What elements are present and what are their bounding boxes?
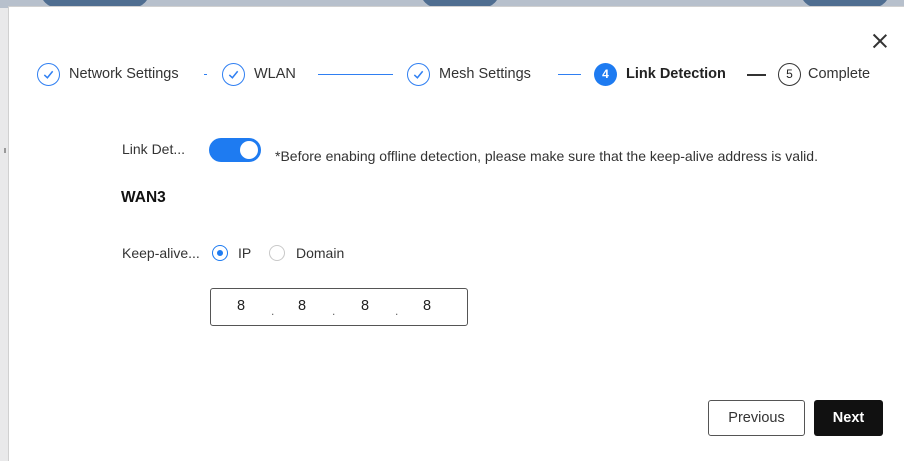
domain-radio[interactable] (269, 245, 285, 261)
ip-radio[interactable] (212, 245, 228, 261)
link-detection-toggle[interactable] (209, 138, 261, 162)
close-icon[interactable] (870, 31, 890, 51)
ip-octet-2[interactable]: 8 (292, 298, 312, 314)
step-number: 5 (778, 62, 801, 86)
step-connector (318, 74, 393, 75)
step-label: Link Detection (626, 66, 726, 82)
step-connector (558, 74, 581, 75)
step-wlan: WLAN (222, 61, 296, 87)
step-label: WLAN (254, 66, 296, 82)
next-button[interactable]: Next (814, 400, 883, 436)
toggle-knob (240, 141, 258, 159)
step-label: Complete (808, 66, 871, 82)
step-connector (747, 74, 766, 76)
step-complete: 5 Complete (778, 61, 870, 87)
keepalive-label: Keep-alive... (122, 245, 200, 261)
step-label: Network Settings (69, 66, 179, 82)
check-icon (222, 62, 245, 86)
keepalive-note: *Before enabing offline detection, pleas… (275, 148, 818, 164)
domain-radio-label[interactable]: Domain (296, 245, 344, 261)
check-icon (407, 62, 430, 86)
step-number: 4 (594, 62, 617, 86)
step-label: Mesh Settings (439, 66, 531, 82)
ip-radio-label[interactable]: IP (238, 245, 251, 261)
ip-separator: . (271, 304, 275, 318)
ip-separator: . (395, 304, 399, 318)
link-detection-label: Link Det... (122, 141, 186, 157)
ip-address-input[interactable]: 8 . 8 . 8 . 8 (210, 288, 468, 326)
ip-separator: . (332, 304, 336, 318)
ip-octet-3[interactable]: 8 (355, 298, 375, 314)
background-mark (4, 148, 6, 153)
step-connector (204, 74, 207, 75)
step-mesh-settings: Mesh Settings (407, 61, 531, 87)
step-link-detection: 4 Link Detection (594, 61, 726, 87)
check-icon (37, 62, 60, 86)
ip-octet-1[interactable]: 8 (231, 298, 251, 314)
previous-button[interactable]: Previous (708, 400, 805, 436)
section-title: WAN3 (121, 189, 166, 206)
ip-octet-4[interactable]: 8 (417, 298, 437, 314)
step-network-settings: Network Settings (37, 61, 179, 87)
